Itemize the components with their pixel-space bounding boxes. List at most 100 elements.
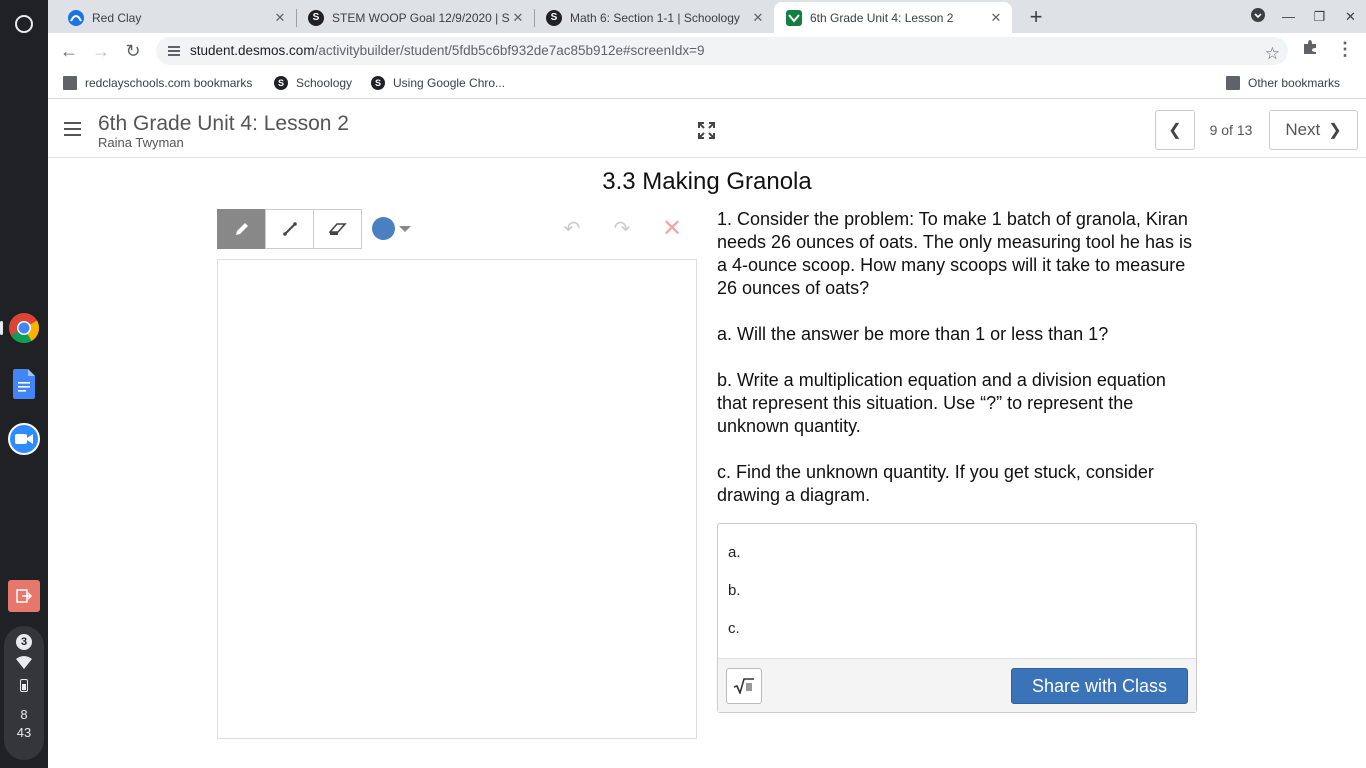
- bookmarks-bar: redclayschools.com bookmarks S Schoology…: [48, 69, 1366, 99]
- back-icon[interactable]: ←: [57, 40, 81, 64]
- fullscreen-icon[interactable]: [698, 122, 715, 139]
- response-line: a.: [728, 544, 741, 561]
- status-tray[interactable]: 3 8 43: [4, 626, 44, 760]
- eraser-icon: [328, 223, 347, 235]
- notification-count-badge: 3: [16, 634, 32, 650]
- address-bar[interactable]: student.desmos.com/activitybuilder/stude…: [156, 37, 1288, 65]
- screen-counter: 9 of 13: [1209, 122, 1253, 138]
- redclay-icon: [68, 9, 84, 26]
- eraser-tool[interactable]: [313, 209, 362, 249]
- bookmark-label: Using Google Chro...: [393, 76, 506, 90]
- exit-icon: [16, 589, 32, 603]
- chevron-left-icon: ❮: [1168, 122, 1182, 139]
- schoology-icon: S: [371, 76, 385, 90]
- clock: 8 43: [4, 706, 44, 742]
- schoology-icon: S: [308, 9, 324, 26]
- response-text[interactable]: a. b. c.: [728, 534, 741, 648]
- pencil-icon: [235, 223, 248, 235]
- forward-icon[interactable]: →: [89, 40, 113, 64]
- tab-math-6[interactable]: S Math 6: Section 1-1 | Schoology ✕: [534, 2, 774, 33]
- bookmark-label: Schoology: [296, 76, 353, 90]
- schoology-icon: S: [546, 9, 562, 26]
- student-name: Raina Twyman: [98, 135, 184, 150]
- tab-search-icon[interactable]: [1242, 8, 1273, 25]
- close-tab-icon[interactable]: ✕: [988, 10, 1004, 26]
- chromeos-shelf: 3 8 43: [0, 0, 48, 768]
- response-input[interactable]: a. b. c. Share with Class: [717, 523, 1197, 713]
- reload-icon[interactable]: ↻: [121, 40, 145, 64]
- caret-down-icon: [399, 225, 411, 232]
- response-line: c.: [728, 620, 740, 637]
- docs-app-icon[interactable]: [8, 368, 40, 400]
- chrome-app-icon[interactable]: [8, 312, 40, 344]
- minimize-icon[interactable]: —: [1273, 9, 1304, 24]
- site-info-icon[interactable]: [168, 46, 180, 56]
- tab-title: Red Clay: [92, 10, 142, 25]
- browser-toolbar: ← → ↻ student.desmos.com/activitybuilder…: [48, 33, 1366, 69]
- docs-icon: [13, 369, 35, 399]
- undo-icon[interactable]: ↶: [560, 217, 584, 241]
- new-tab-button[interactable]: +: [1024, 4, 1048, 30]
- tab-title: 6th Grade Unit 4: Lesson 2: [810, 10, 954, 25]
- previous-screen-button[interactable]: ❮: [1155, 110, 1195, 150]
- response-line: b.: [728, 582, 741, 599]
- next-label: Next: [1285, 120, 1321, 139]
- close-tab-icon[interactable]: ✕: [750, 10, 766, 26]
- tab-stem-woop[interactable]: S STEM WOOP Goal 12/9/2020 | S ✕: [296, 2, 534, 33]
- redo-icon[interactable]: ↷: [610, 217, 634, 241]
- sketch-toolbar: [217, 209, 362, 249]
- running-indicator: [0, 321, 3, 335]
- share-with-class-button[interactable]: Share with Class: [1011, 668, 1188, 704]
- chrome-icon: [9, 313, 40, 344]
- line-tool[interactable]: [265, 209, 314, 249]
- exit-app-icon[interactable]: [8, 580, 40, 612]
- folder-icon: [1226, 76, 1240, 90]
- prompt-paragraph: b. Write a multiplication equation and a…: [717, 370, 1166, 436]
- browser-menu-icon[interactable]: ⋮: [1336, 39, 1354, 60]
- desmos-icon: [786, 9, 802, 26]
- battery-icon: [20, 679, 28, 692]
- tab-title: STEM WOOP Goal 12/9/2020 | S: [332, 10, 510, 25]
- screen-title: 3.3 Making Granola: [602, 168, 812, 195]
- bookmark-using-google-chrome[interactable]: S Using Google Chro...: [371, 76, 505, 90]
- color-picker[interactable]: [372, 217, 411, 240]
- restore-icon[interactable]: ❐: [1304, 9, 1335, 25]
- response-footer: Share with Class: [718, 658, 1196, 712]
- activity-title: 6th Grade Unit 4: Lesson 2: [98, 112, 349, 135]
- activity-header: 6th Grade Unit 4: Lesson 2 Raina Twyman …: [48, 100, 1366, 158]
- url-path: /activitybuilder/student/5fdb5c6bf932de7…: [314, 43, 705, 58]
- prompt-paragraph: c. Find the unknown quantity. If you get…: [717, 462, 1154, 505]
- zoom-app-icon[interactable]: [8, 423, 40, 455]
- sketch-canvas[interactable]: [217, 259, 697, 739]
- wifi-icon: [16, 656, 32, 669]
- video-camera-icon: [15, 434, 33, 444]
- bookmark-label: redclayschools.com bookmarks: [85, 76, 253, 90]
- other-bookmarks[interactable]: Other bookmarks: [1226, 76, 1340, 90]
- next-screen-button[interactable]: Next ❯: [1269, 110, 1358, 150]
- bookmark-star-icon[interactable]: ☆: [1265, 40, 1280, 68]
- clock-hour: 8: [20, 707, 28, 722]
- close-tab-icon[interactable]: ✕: [272, 10, 288, 26]
- tab-red-clay[interactable]: Red Clay ✕: [56, 2, 296, 33]
- pencil-tool[interactable]: [217, 209, 266, 249]
- close-tab-icon[interactable]: ✕: [510, 10, 526, 26]
- launcher-icon: [15, 15, 33, 33]
- browser-window: Red Clay ✕ S STEM WOOP Goal 12/9/2020 | …: [48, 0, 1366, 768]
- bookmark-redclayschools[interactable]: redclayschools.com bookmarks: [63, 76, 252, 90]
- tab-desmos-lesson[interactable]: 6th Grade Unit 4: Lesson 2 ✕: [774, 2, 1012, 33]
- math-keypad-button[interactable]: [726, 668, 762, 704]
- clear-sketch-icon[interactable]: ✕: [660, 217, 684, 241]
- close-window-icon[interactable]: ✕: [1335, 9, 1366, 25]
- desmos-activity-page: 6th Grade Unit 4: Lesson 2 Raina Twyman …: [48, 100, 1366, 768]
- clock-minute: 43: [16, 725, 32, 740]
- prompt-paragraph: a. Will the answer be more than 1 or les…: [717, 324, 1109, 344]
- extensions-puzzle-icon[interactable]: [1302, 39, 1318, 60]
- tab-strip: Red Clay ✕ S STEM WOOP Goal 12/9/2020 | …: [48, 0, 1366, 33]
- hamburger-menu-icon[interactable]: [64, 122, 81, 136]
- question-prompt: 1. Consider the problem: To make 1 batch…: [717, 208, 1197, 530]
- bookmark-schoology[interactable]: S Schoology: [274, 76, 352, 90]
- line-icon: [282, 222, 297, 236]
- launcher-button[interactable]: [8, 8, 40, 40]
- window-controls: — ❐ ✕: [1242, 0, 1366, 33]
- bookmark-label: Other bookmarks: [1248, 76, 1341, 90]
